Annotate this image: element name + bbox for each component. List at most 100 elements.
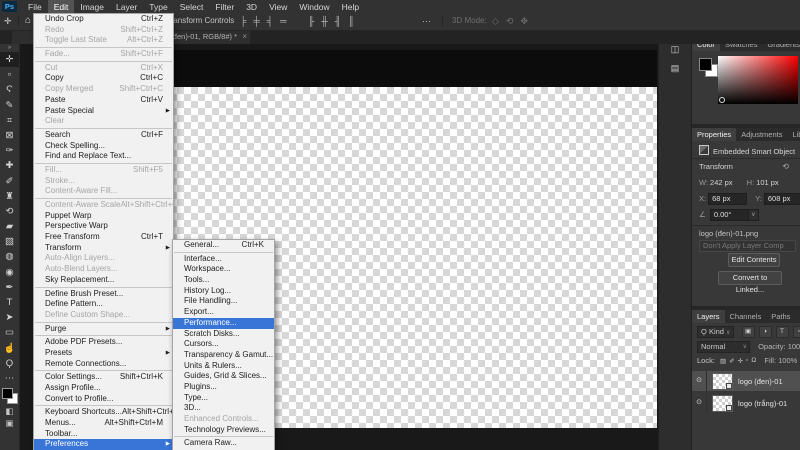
menu-item[interactable]: Auto-Blend Layers... — [34, 264, 173, 275]
lock-all-icon[interactable]: Ω — [751, 357, 756, 365]
menu-item[interactable]: Paste Special ▶ — [34, 106, 173, 117]
menu-item[interactable]: Copy Merged Shift+Ctrl+C — [34, 84, 173, 95]
filter-shape-icon[interactable]: ▫ — [793, 326, 800, 338]
hand-tool[interactable]: ☝ — [0, 341, 19, 356]
history-brush-tool[interactable]: ⟲ — [0, 204, 19, 219]
menu-item[interactable]: Paste Ctrl+V — [34, 95, 173, 106]
menu-item[interactable]: Find and Replace Text... — [34, 151, 173, 162]
align-top-icon[interactable]: ═ — [280, 13, 286, 29]
crop-tool[interactable]: ⌗ — [0, 113, 19, 128]
color-picker-cursor[interactable] — [719, 97, 725, 103]
edit-contents-button[interactable]: Edit Contents — [728, 253, 780, 267]
filter-type-icon[interactable]: T — [776, 326, 789, 338]
distribute-left-icon[interactable]: ╟ — [308, 13, 314, 29]
menu-item[interactable]: Purge ▶ — [34, 324, 173, 335]
submenu-item[interactable]: Interface... — [173, 254, 274, 265]
panel-tab[interactable]: Properties — [692, 128, 736, 141]
filter-adjustment-icon[interactable]: ◑ — [759, 326, 772, 338]
logo (trắng)-01[interactable]: ⊙ logo (trắng)-01 — [692, 393, 800, 413]
brush-tool[interactable]: ✐ — [0, 174, 19, 189]
panel-tab[interactable]: Paths — [766, 310, 795, 323]
panel-tab[interactable]: Libraries — [787, 128, 800, 141]
menu-item[interactable]: Stroke... — [34, 176, 173, 187]
menu-bar-item[interactable]: Layer — [110, 0, 143, 13]
3d-pan-icon[interactable]: ✥ — [520, 13, 528, 29]
menu-bar-item[interactable]: Type — [143, 0, 173, 13]
foreground-background-colors[interactable] — [0, 387, 19, 405]
submenu-item[interactable]: Scratch Disks... — [173, 329, 274, 340]
submenu-item[interactable]: Tools... — [173, 275, 274, 286]
menu-bar-item[interactable]: Window — [293, 0, 335, 13]
blend-mode-select[interactable]: Normal∨ — [697, 341, 750, 353]
lock-position-icon[interactable]: ✛ — [738, 357, 743, 365]
zoom-tool[interactable]: Ϙ — [0, 356, 19, 371]
submenu-item[interactable]: General... Ctrl+K — [173, 240, 274, 251]
menu-item[interactable]: Check Spelling... — [34, 141, 173, 152]
shape-tool[interactable]: ▭ — [0, 325, 19, 340]
submenu-item[interactable]: Cursors... — [173, 339, 274, 350]
blur-tool[interactable]: ◍ — [0, 249, 19, 264]
gradient-tool[interactable]: ▧ — [0, 234, 19, 249]
menu-item[interactable]: Fill... Shift+F5 — [34, 165, 173, 176]
pen-tool[interactable]: ✒ — [0, 280, 19, 295]
submenu-item[interactable]: Export... — [173, 307, 274, 318]
lock-pixels-icon[interactable]: ✐ — [729, 357, 734, 365]
visibility-eye-icon[interactable]: ⊙ — [692, 393, 707, 413]
menu-item[interactable]: Toolbar... — [34, 429, 173, 440]
menu-item[interactable]: Color Settings... Shift+Ctrl+K — [34, 372, 173, 383]
opacity-control[interactable]: Opacity: 100% — [758, 342, 800, 351]
marquee-tool[interactable]: ▫ — [0, 67, 19, 82]
quick-selection-tool[interactable]: ✎ — [0, 98, 19, 113]
eyedropper-tool[interactable]: ✑ — [0, 143, 19, 158]
collapsed-panel-icon-1[interactable]: ◫ — [671, 44, 680, 55]
menu-item[interactable]: Content-Aware Fill... — [34, 186, 173, 197]
edit-toolbar-button[interactable]: ⋯ — [0, 371, 19, 386]
menu-item[interactable]: Undo Crop Ctrl+Z — [34, 14, 173, 25]
menu-item[interactable]: Keyboard Shortcuts... Alt+Shift+Ctrl+K — [34, 407, 173, 418]
menu-item[interactable]: Presets ▶ — [34, 348, 173, 359]
collapsed-panel-icon-2[interactable]: ▤ — [671, 63, 680, 74]
menu-bar-item[interactable]: Help — [336, 0, 365, 13]
submenu-item[interactable]: Type... — [173, 393, 274, 404]
menu-item[interactable]: Sky Replacement... — [34, 275, 173, 286]
menu-item[interactable]: Preferences ▶ — [34, 439, 173, 450]
distribute-right-icon[interactable]: ╢ — [335, 13, 341, 29]
layer-thumbnail[interactable] — [712, 373, 733, 390]
submenu-item[interactable]: File Handling... — [173, 296, 274, 307]
panel-tab[interactable]: Channels — [725, 310, 767, 323]
submenu-item[interactable]: Camera Raw... — [173, 438, 274, 449]
home-icon[interactable]: ⌂ — [25, 13, 31, 29]
menu-item[interactable]: Menus... Alt+Shift+Ctrl+M — [34, 418, 173, 429]
menu-item[interactable]: Toggle Last State Alt+Ctrl+Z — [34, 35, 173, 46]
lock-artboard-icon[interactable]: ▫ — [746, 357, 748, 365]
submenu-item[interactable]: Units & Rulers... — [173, 361, 274, 372]
y-position-field[interactable]: 608 px — [764, 193, 800, 205]
layer-thumbnail[interactable] — [712, 395, 733, 412]
eraser-tool[interactable]: ▰ — [0, 219, 19, 234]
menu-bar-item[interactable]: Edit — [48, 0, 75, 13]
3d-roll-icon[interactable]: ⟲ — [506, 13, 514, 29]
screen-mode-icon[interactable]: ▣ — [0, 417, 19, 429]
menu-bar-item[interactable]: Filter — [209, 0, 240, 13]
distribute-vertical-icon[interactable]: ║ — [348, 13, 354, 29]
healing-brush-tool[interactable]: ✚ — [0, 158, 19, 173]
3d-orbit-icon[interactable]: ◇ — [492, 13, 499, 29]
kind-filter-select[interactable]: Ϙ Kind ∨ — [697, 326, 734, 338]
menu-bar-item[interactable]: Select — [174, 0, 210, 13]
submenu-item[interactable]: History Log... — [173, 286, 274, 297]
menu-item[interactable]: Transform ▶ — [34, 243, 173, 254]
quick-mask-icon[interactable]: ◧ — [0, 405, 19, 417]
menu-item[interactable]: Free Transform Ctrl+T — [34, 232, 173, 243]
dodge-tool[interactable]: ◉ — [0, 265, 19, 280]
menu-bar-item[interactable]: Image — [74, 0, 110, 13]
more-options-icon[interactable]: ⋯ — [422, 13, 431, 29]
menu-item[interactable]: Define Pattern... — [34, 299, 173, 310]
frame-tool[interactable]: ⊠ — [0, 128, 19, 143]
fill-control[interactable]: Fill: 100% — [764, 356, 797, 365]
menu-item[interactable]: Define Custom Shape... — [34, 310, 173, 321]
path-selection-tool[interactable]: ➤ — [0, 310, 19, 325]
submenu-item[interactable]: Transparency & Gamut... — [173, 350, 274, 361]
align-center-icon[interactable]: ╪ — [253, 13, 259, 29]
menu-bar-item[interactable]: View — [263, 0, 293, 13]
menu-item[interactable]: Assign Profile... — [34, 383, 173, 394]
